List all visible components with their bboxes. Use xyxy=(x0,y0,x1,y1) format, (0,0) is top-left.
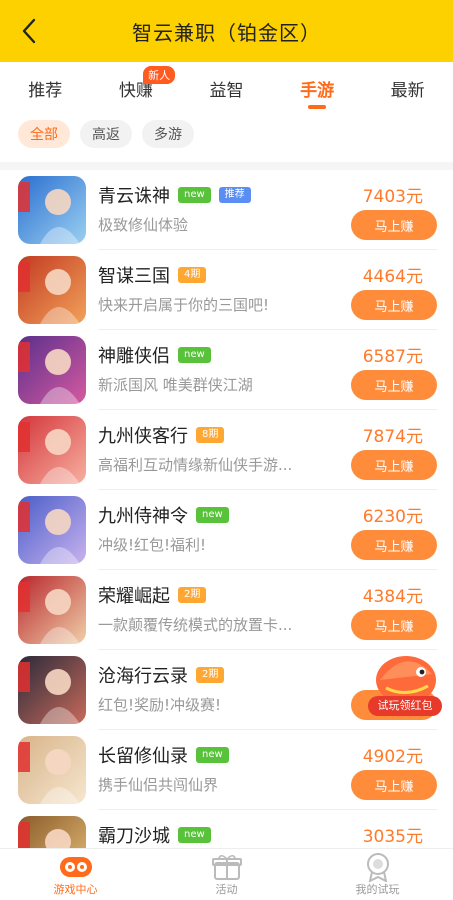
game-tag: 8期 xyxy=(196,427,225,443)
reward-amount: 4464元 xyxy=(362,267,423,287)
red-packet-float-banner[interactable]: 试玩领红包 xyxy=(366,650,444,720)
game-row[interactable]: 荣耀崛起 2期一款颠覆传统模式的放置卡... 4384元马上赚 xyxy=(0,570,453,650)
top-bar: 智云兼职（铂金区） xyxy=(0,0,453,62)
game-description: 高福利互动情缘新仙侠手游... xyxy=(98,456,293,474)
game-description: 红包!奖励!冲级赛! xyxy=(98,696,222,714)
tab-mobile-games[interactable]: 手游 xyxy=(272,62,363,114)
game-title: 九州侠客行 xyxy=(98,426,188,447)
game-description: 携手仙侣共闯仙界 xyxy=(98,776,219,794)
game-icon[interactable] xyxy=(18,176,86,244)
game-description: 冲级!红包!福利! xyxy=(98,536,207,554)
reward-amount: 3035元 xyxy=(362,827,423,847)
nav-my-trials[interactable]: 我的试玩 xyxy=(302,849,453,900)
tab-label: 手游 xyxy=(300,80,335,101)
game-description: 新派国风 唯美群侠江湖 xyxy=(98,376,253,394)
game-tag: 4期 xyxy=(178,267,207,283)
game-title: 荣耀崛起 xyxy=(98,586,170,607)
game-tag: 2期 xyxy=(178,587,207,603)
filter-chips: 全部 高返 多游 xyxy=(18,120,194,148)
earn-now-button[interactable]: 马上赚 xyxy=(351,290,437,320)
nav-activities[interactable]: 活动 xyxy=(151,849,302,900)
game-row[interactable]: 九州侍神令 new 冲级!红包!福利! 6230元马上赚 xyxy=(0,490,453,570)
new-user-badge: 新人 xyxy=(143,66,176,84)
tab-label: 益智 xyxy=(209,80,244,101)
game-title: 霸刀沙城 xyxy=(98,826,170,847)
page-title: 智云兼职（铂金区） xyxy=(132,20,321,45)
game-row[interactable]: 神雕侠侣 new 新派国风 唯美群侠江湖 6587元马上赚 xyxy=(0,330,453,410)
filter-all[interactable]: 全部 xyxy=(18,120,70,148)
game-name: 沧海行云录 2期 xyxy=(98,662,225,688)
game-icon[interactable] xyxy=(18,336,86,404)
game-row[interactable]: 九州侠客行 8期高福利互动情缘新仙侠手游... 7874元马上赚 xyxy=(0,410,453,490)
game-title: 神雕侠侣 xyxy=(98,346,170,367)
game-row[interactable]: 智谋三国 4期快来开启属于你的三国吧! 4464元马上赚 xyxy=(0,250,453,330)
medal-icon xyxy=(361,852,395,882)
game-row[interactable]: 青云诛神 new 推荐极致修仙体验 7403元马上赚 xyxy=(0,170,453,250)
earn-now-button[interactable]: 马上赚 xyxy=(351,770,437,800)
tab-latest[interactable]: 最新 xyxy=(362,62,453,114)
game-tag: new xyxy=(178,187,211,203)
game-tag: new xyxy=(196,507,229,523)
reward-amount: 7403元 xyxy=(362,187,423,207)
filter-multi-game[interactable]: 多游 xyxy=(142,120,194,148)
game-title: 长留修仙录 xyxy=(98,746,188,767)
gift-box-icon xyxy=(210,853,244,881)
section-divider xyxy=(0,162,453,170)
back-arrow-icon[interactable] xyxy=(14,15,44,47)
game-row[interactable]: 长留修仙录 new 携手仙侣共闯仙界 4902元马上赚 xyxy=(0,730,453,810)
nav-label: 游戏中心 xyxy=(53,882,98,896)
game-list: 青云诛神 new 推荐 极致修仙体验 7403元 马上赚 智谋三国 4期 快来开启属于你的三国吧… xyxy=(0,170,453,890)
game-tag: new xyxy=(178,347,211,363)
game-name: 荣耀崛起 2期 xyxy=(98,582,207,608)
game-name: 青云诛神 new 推荐 xyxy=(98,182,251,208)
tab-quick-earn[interactable]: 快赚 新人 xyxy=(91,62,182,114)
game-tag: new xyxy=(196,747,229,763)
nav-label: 活动 xyxy=(215,882,238,896)
nav-label: 我的试玩 xyxy=(355,882,400,896)
game-tag: 2期 xyxy=(196,667,225,683)
reward-amount: 7874元 xyxy=(362,427,423,447)
game-title: 沧海行云录 xyxy=(98,666,188,687)
tab-label: 最新 xyxy=(390,80,425,101)
game-icon[interactable] xyxy=(18,736,86,804)
earn-now-button[interactable]: 马上赚 xyxy=(351,210,437,240)
game-name: 霸刀沙城 new xyxy=(98,822,211,848)
game-icon[interactable] xyxy=(18,576,86,644)
game-title: 智谋三国 xyxy=(98,266,170,287)
game-icon[interactable] xyxy=(18,416,86,484)
game-name: 九州侍神令 new xyxy=(98,502,229,528)
game-name: 长留修仙录 new xyxy=(98,742,229,768)
bottom-nav: 游戏中心 活动 我的试玩 xyxy=(0,848,453,900)
game-description: 快来开启属于你的三国吧! xyxy=(98,296,270,314)
reward-amount: 6587元 xyxy=(362,347,423,367)
tab-label: 推荐 xyxy=(28,80,63,101)
filter-high-return[interactable]: 高返 xyxy=(80,120,132,148)
game-tag: new xyxy=(178,827,211,843)
game-tag: 推荐 xyxy=(218,187,251,203)
earn-now-button[interactable]: 马上赚 xyxy=(351,370,437,400)
gamepad-icon xyxy=(59,853,93,881)
nav-game-center[interactable]: 游戏中心 xyxy=(0,849,151,900)
earn-now-button[interactable]: 马上赚 xyxy=(351,530,437,560)
game-description: 极致修仙体验 xyxy=(98,216,189,234)
reward-amount: 4384元 xyxy=(362,587,423,607)
game-description: 一款颠覆传统模式的放置卡... xyxy=(98,616,293,634)
tab-puzzle[interactable]: 益智 xyxy=(181,62,272,114)
earn-now-button[interactable]: 马上赚 xyxy=(351,450,437,480)
red-packet-label: 试玩领红包 xyxy=(377,699,433,712)
tab-recommend[interactable]: 推荐 xyxy=(0,62,91,114)
game-name: 九州侠客行 8期 xyxy=(98,422,225,448)
game-title: 九州侍神令 xyxy=(98,506,188,527)
game-icon[interactable] xyxy=(18,656,86,724)
category-tabs: 推荐 快赚 新人 益智 手游 最新 xyxy=(0,62,453,114)
game-icon[interactable] xyxy=(18,496,86,564)
reward-amount: 6230元 xyxy=(362,507,423,527)
game-name: 神雕侠侣 new xyxy=(98,342,211,368)
game-icon[interactable] xyxy=(18,256,86,324)
reward-amount: 4902元 xyxy=(362,747,423,767)
earn-now-button[interactable]: 马上赚 xyxy=(351,610,437,640)
game-title: 青云诛神 xyxy=(98,186,170,207)
game-name: 智谋三国 4期 xyxy=(98,262,207,288)
